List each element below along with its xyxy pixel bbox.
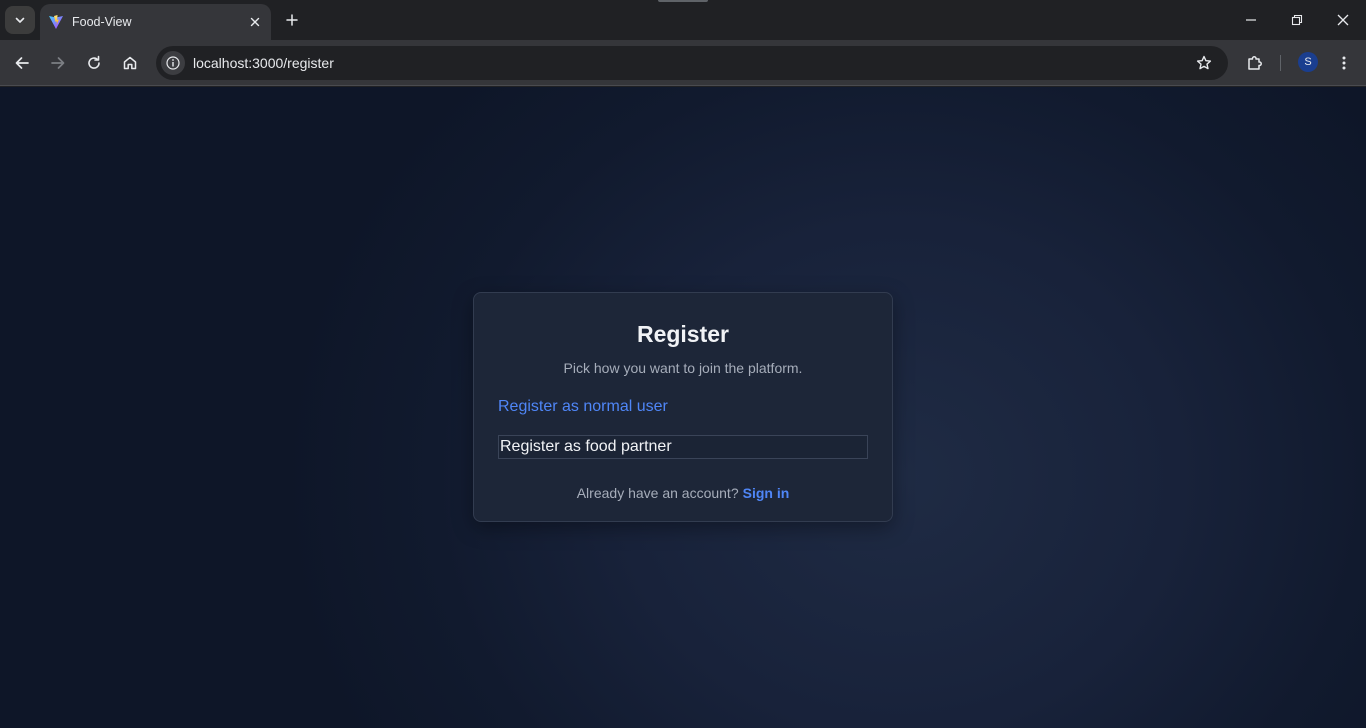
tab-indicator	[658, 0, 708, 2]
signin-link[interactable]: Sign in	[743, 485, 790, 501]
home-icon	[123, 56, 137, 70]
chevron-down-icon	[15, 17, 25, 23]
register-normal-user-link[interactable]: Register as normal user	[498, 398, 668, 416]
browser-menu-button[interactable]	[1330, 49, 1358, 77]
tab-strip: Food-View	[0, 0, 1366, 40]
page-viewport: Register Pick how you want to join the p…	[0, 87, 1366, 728]
reload-button[interactable]	[80, 49, 108, 77]
restore-button[interactable]	[1274, 4, 1320, 36]
info-icon	[166, 56, 180, 70]
arrow-left-icon	[15, 57, 29, 69]
close-window-button[interactable]	[1320, 4, 1366, 36]
reload-icon	[88, 55, 100, 69]
back-button[interactable]	[8, 49, 36, 77]
bookmark-button[interactable]	[1190, 49, 1218, 77]
browser-toolbar: localhost:3000/register S	[0, 40, 1366, 86]
star-icon	[1196, 55, 1212, 70]
minimize-button[interactable]	[1228, 4, 1274, 36]
profile-avatar[interactable]: S	[1298, 52, 1318, 72]
url-text[interactable]: localhost:3000/register	[193, 55, 1190, 71]
address-bar[interactable]: localhost:3000/register	[156, 46, 1228, 80]
forward-button[interactable]	[44, 49, 72, 77]
minimize-icon	[1246, 19, 1256, 21]
tab-search-button[interactable]	[5, 6, 35, 34]
register-card: Register Pick how you want to join the p…	[473, 292, 893, 522]
signin-prompt: Already have an account? Sign in	[474, 485, 892, 501]
signin-prompt-text: Already have an account?	[576, 485, 739, 501]
puzzle-icon	[1248, 56, 1262, 70]
arrow-right-icon	[51, 57, 65, 69]
plus-icon	[286, 14, 298, 26]
tab-title: Food-View	[72, 15, 132, 29]
vite-logo-icon	[49, 15, 63, 29]
close-tab-icon[interactable]	[247, 14, 263, 30]
home-button[interactable]	[116, 49, 144, 77]
browser-tab[interactable]: Food-View	[40, 4, 271, 40]
toolbar-divider	[1280, 55, 1281, 71]
page-subtitle: Pick how you want to join the platform.	[563, 360, 803, 376]
page-title: Register	[636, 321, 730, 347]
more-vertical-icon	[1342, 56, 1346, 70]
new-tab-button[interactable]	[280, 8, 304, 32]
restore-icon	[1291, 14, 1303, 26]
extensions-button[interactable]	[1241, 49, 1269, 77]
register-food-partner-link[interactable]: Register as food partner	[498, 435, 868, 459]
close-icon	[1337, 14, 1349, 26]
site-info-button[interactable]	[161, 51, 185, 75]
